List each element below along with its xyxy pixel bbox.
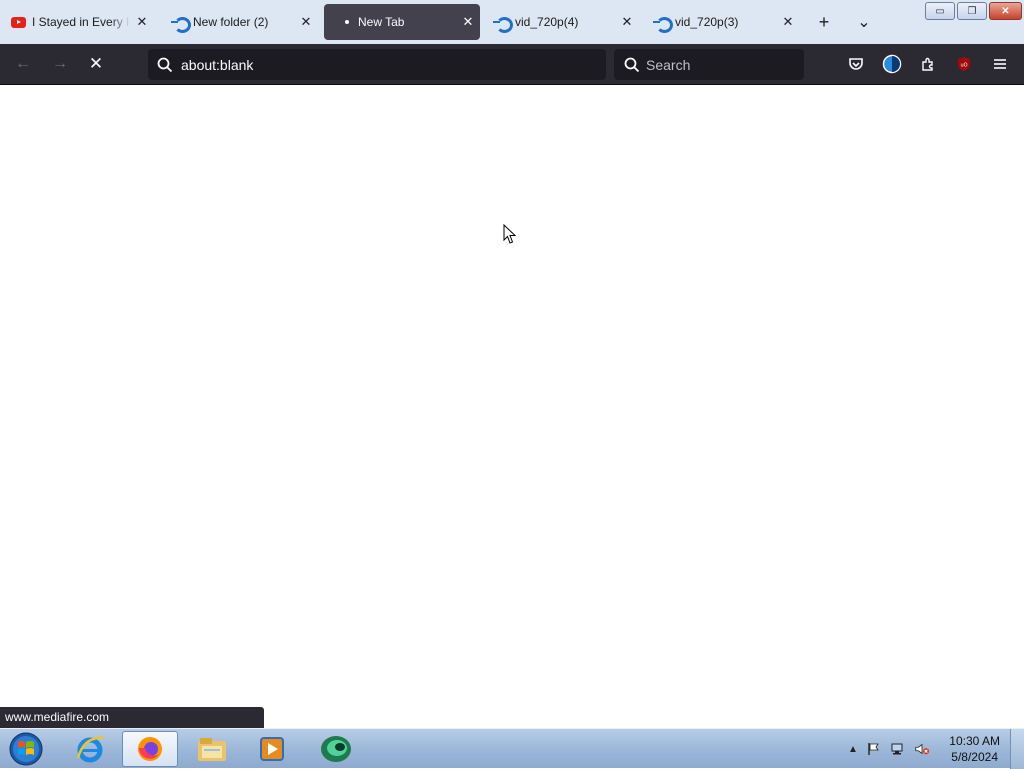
- tab-label: I Stayed in Every Ho: [32, 15, 130, 29]
- close-icon[interactable]: ✕: [130, 14, 154, 30]
- loading-dot-icon: [342, 14, 352, 30]
- forward-button[interactable]: →: [45, 50, 75, 78]
- tab-new-folder[interactable]: New folder (2) ✕: [163, 4, 318, 40]
- close-icon[interactable]: ✕: [294, 14, 318, 30]
- search-placeholder[interactable]: Search: [646, 57, 690, 73]
- mediafire-icon: [171, 14, 191, 33]
- new-tab-button[interactable]: +: [810, 8, 838, 36]
- close-icon[interactable]: ✕: [456, 14, 480, 30]
- tab-vid-720p-3[interactable]: vid_720p(3) ✕: [645, 4, 800, 40]
- youtube-icon: [10, 14, 26, 30]
- mediafire-icon: [493, 14, 513, 33]
- restore-button[interactable]: ❐: [957, 2, 987, 20]
- ublock-origin-icon[interactable]: uO: [952, 52, 976, 76]
- green-app-icon[interactable]: [308, 731, 364, 767]
- tab-label: vid_720p(4): [515, 15, 579, 29]
- search-icon: [624, 57, 640, 73]
- action-center-flag-icon[interactable]: [866, 741, 882, 757]
- close-window-button[interactable]: ✕: [989, 2, 1022, 20]
- show-desktop-button[interactable]: [1010, 729, 1024, 769]
- taskbar: ▲ 10:30 AM 5/8/2024: [0, 728, 1024, 769]
- internet-explorer-icon[interactable]: [62, 731, 118, 767]
- account-icon[interactable]: [880, 52, 904, 76]
- show-hidden-icons-icon[interactable]: ▲: [845, 741, 861, 757]
- tab-label: New folder (2): [193, 15, 269, 29]
- status-url-tooltip: www.mediafire.com: [0, 707, 264, 728]
- menu-icon[interactable]: [988, 52, 1012, 76]
- page-content[interactable]: [0, 85, 1024, 707]
- url-bar[interactable]: about:blank: [148, 49, 606, 80]
- mouse-cursor-icon: [503, 223, 517, 250]
- tab-new-tab[interactable]: New Tab ✕: [324, 4, 480, 40]
- minimize-button[interactable]: ▭: [925, 2, 955, 20]
- tab-label: vid_720p(3): [675, 15, 739, 29]
- firefox-icon[interactable]: [122, 731, 178, 767]
- tab-list-button[interactable]: ⌄: [850, 8, 878, 36]
- tab-label: New Tab: [358, 15, 405, 29]
- tab-vid-720p-4[interactable]: vid_720p(4) ✕: [485, 4, 639, 40]
- tab-youtube[interactable]: I Stayed in Every Ho ✕: [2, 4, 154, 40]
- volume-muted-icon[interactable]: [914, 741, 930, 757]
- search-icon: [157, 57, 173, 73]
- start-orb-icon[interactable]: [6, 730, 46, 768]
- close-icon[interactable]: ✕: [776, 14, 800, 30]
- url-text[interactable]: about:blank: [181, 57, 253, 73]
- stop-button[interactable]: ✕: [81, 50, 111, 78]
- clock-time: 10:30 AM: [949, 734, 1000, 748]
- extensions-icon[interactable]: [916, 52, 940, 76]
- navigation-toolbar: ← → ✕ about:blank Search uO: [0, 44, 1024, 85]
- network-icon[interactable]: [890, 741, 906, 757]
- file-explorer-icon[interactable]: [184, 731, 240, 767]
- pocket-icon[interactable]: [844, 52, 868, 76]
- tab-strip: I Stayed in Every Ho ✕ New folder (2) ✕ …: [0, 0, 1024, 44]
- mediafire-icon: [653, 14, 673, 33]
- clock-date: 5/8/2024: [951, 750, 998, 764]
- svg-text:uO: uO: [960, 63, 967, 69]
- close-icon[interactable]: ✕: [615, 14, 639, 30]
- back-button[interactable]: ←: [8, 50, 38, 78]
- system-clock[interactable]: 10:30 AM 5/8/2024: [949, 733, 1000, 765]
- media-player-icon[interactable]: [244, 731, 300, 767]
- search-bar[interactable]: Search: [614, 49, 804, 80]
